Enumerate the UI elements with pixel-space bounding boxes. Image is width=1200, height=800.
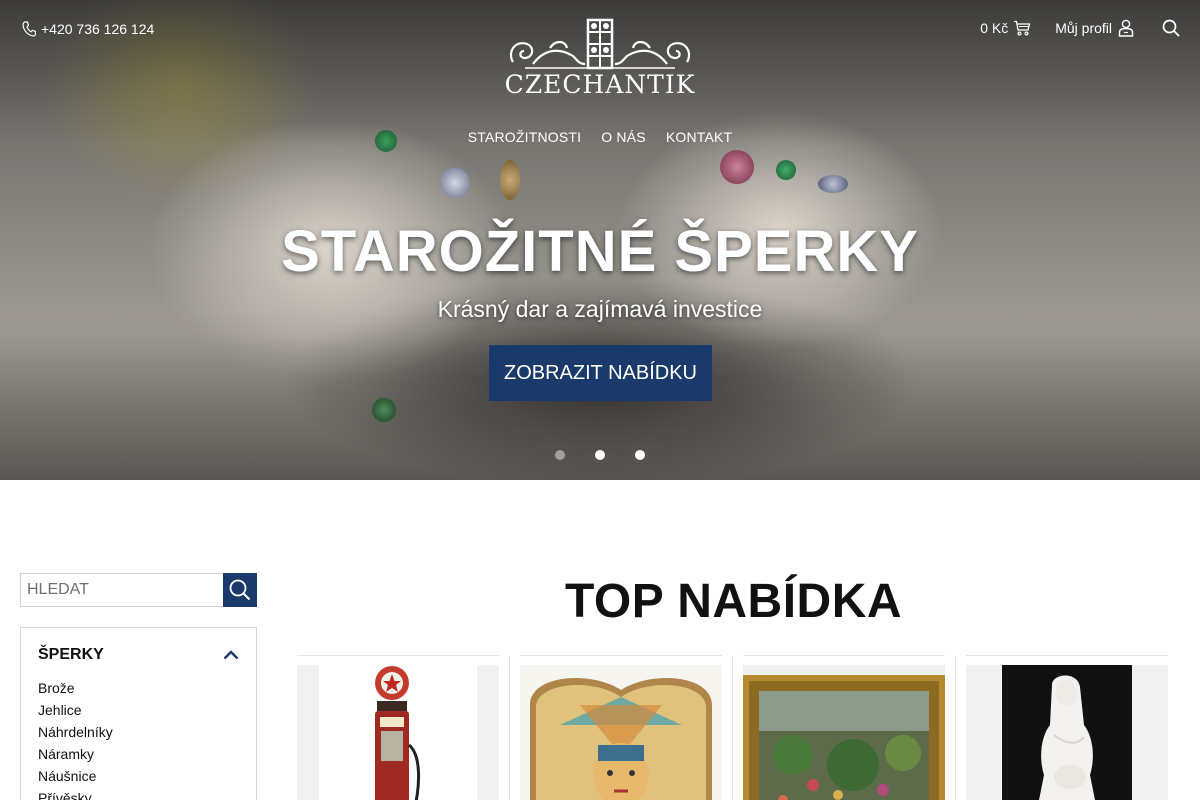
search-icon xyxy=(1162,19,1180,37)
hero-title: STAROŽITNÉ ŠPERKY xyxy=(281,219,919,284)
product-image-decorated-box[interactable] xyxy=(520,665,722,800)
profile-label: Můj profil xyxy=(1055,20,1112,36)
product-card[interactable] xyxy=(743,655,956,800)
search-button[interactable] xyxy=(223,573,257,607)
category-panel: ŠPERKY Brože Jehlice Náhrdelníky Náramky… xyxy=(20,627,257,800)
slider-dot-3[interactable] xyxy=(635,450,645,460)
category-item-broze[interactable]: Brože xyxy=(38,677,239,699)
cart-icon xyxy=(1014,20,1031,36)
product-grid xyxy=(297,655,1170,800)
nav-item-o-nas[interactable]: O NÁS xyxy=(601,129,646,145)
sidebar-search xyxy=(20,573,257,607)
category-list: Brože Jehlice Náhrdelníky Náramky Náušni… xyxy=(38,677,239,800)
top-offer-title: TOP NABÍDKA xyxy=(564,575,903,628)
phone-number: +420 736 126 124 xyxy=(41,21,155,37)
product-image-gas-pump[interactable] xyxy=(297,665,499,800)
search-toggle[interactable] xyxy=(1162,19,1180,37)
cart-button[interactable]: 0 Kč xyxy=(980,20,1031,36)
hero-banner: +420 736 126 124 CZECHANTIK 0 Kč Můj pro… xyxy=(0,0,1200,480)
category-item-naramky[interactable]: Náramky xyxy=(38,743,239,765)
cart-total: 0 Kč xyxy=(980,20,1009,36)
logo[interactable]: CZECHANTIK xyxy=(500,18,700,100)
logo-emblem-icon xyxy=(509,18,691,70)
slider-dots xyxy=(555,450,645,460)
product-card[interactable] xyxy=(520,655,733,800)
product-image-painting[interactable] xyxy=(743,665,945,800)
nav-item-starozitnosti[interactable]: STAROŽITNOSTI xyxy=(468,129,582,145)
main-navigation: STAROŽITNOSTI O NÁS KONTAKT xyxy=(0,129,1200,145)
category-title: ŠPERKY xyxy=(38,646,104,663)
category-item-nausnice[interactable]: Náušnice xyxy=(38,765,239,787)
logo-text: CZECHANTIK xyxy=(504,70,696,99)
category-item-jehlice[interactable]: Jehlice xyxy=(38,699,239,721)
profile-button[interactable]: Můj profil xyxy=(1055,19,1134,37)
show-offer-button[interactable]: ZOBRAZIT NABÍDKU xyxy=(489,345,712,401)
chevron-up-icon[interactable] xyxy=(223,650,239,660)
category-item-nahrdelniky[interactable]: Náhrdelníky xyxy=(38,721,239,743)
product-card[interactable] xyxy=(966,655,1168,800)
user-icon xyxy=(1118,19,1134,37)
category-item-privesky[interactable]: Přívěsky xyxy=(38,787,239,800)
nav-item-kontakt[interactable]: KONTAKT xyxy=(666,129,732,145)
slider-dot-1[interactable] xyxy=(555,450,565,460)
phone-icon xyxy=(22,21,36,37)
category-header[interactable]: ŠPERKY xyxy=(38,646,239,664)
product-image-porcelain-figure[interactable] xyxy=(966,665,1168,800)
product-card[interactable] xyxy=(297,655,510,800)
slider-dot-2[interactable] xyxy=(595,450,605,460)
phone-contact[interactable]: +420 736 126 124 xyxy=(22,21,154,37)
search-icon xyxy=(229,579,251,601)
hero-subtitle: Krásný dar a zajímavá investice xyxy=(437,296,763,322)
search-input[interactable] xyxy=(20,573,223,607)
